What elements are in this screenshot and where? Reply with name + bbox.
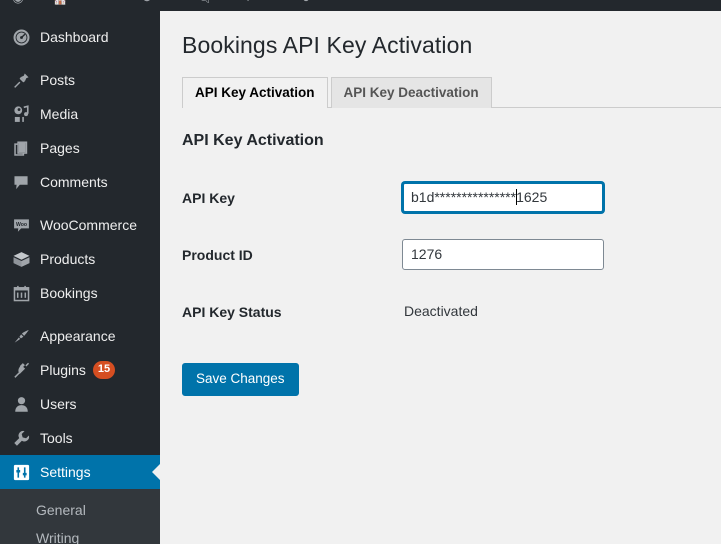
sidebar-item-label: Dashboard	[40, 29, 109, 45]
admin-bar: ◉ ⛪ ⟳ 🗨 + ●	[0, 0, 721, 11]
plugin-plug-icon	[11, 360, 31, 380]
api-key-status-label: API Key Status	[182, 304, 282, 320]
user-icon[interactable]: ●	[298, 0, 314, 6]
submit-row: Save Changes	[160, 341, 721, 396]
product-id-label: Product ID	[182, 247, 253, 263]
sidebar-item-plugins[interactable]: Plugins 15	[0, 353, 160, 387]
sidebar-item-label: Appearance	[40, 328, 116, 344]
form-row-api-key: API Key b1d***************1625	[182, 170, 604, 227]
submenu-item-general[interactable]: General	[0, 496, 160, 524]
svg-text:Woo: Woo	[15, 221, 26, 227]
comment-icon	[11, 172, 31, 192]
api-key-label: API Key	[182, 190, 235, 206]
calendar-icon	[11, 283, 31, 303]
tab-bar: API Key Activation API Key Deactivation	[182, 77, 721, 109]
sidebar-item-label: Bookings	[40, 285, 98, 301]
sidebar-separator	[0, 310, 160, 319]
tools-wrench-icon	[11, 428, 31, 448]
api-key-value-prefix: b1d***************	[411, 189, 517, 205]
pushpin-icon	[11, 70, 31, 90]
wordpress-logo-icon[interactable]: ◉	[10, 0, 26, 6]
sidebar-item-comments[interactable]: Comments	[0, 165, 160, 199]
paintbrush-icon	[11, 326, 31, 346]
sidebar-item-posts[interactable]: Posts	[0, 63, 160, 97]
tab-api-key-deactivation[interactable]: API Key Deactivation	[330, 77, 492, 108]
sidebar-item-users[interactable]: Users	[0, 387, 160, 421]
sidebar-item-media[interactable]: Media	[0, 97, 160, 131]
sidebar-item-label: Comments	[40, 174, 108, 190]
api-key-input[interactable]: b1d***************1625	[402, 182, 604, 213]
plugins-update-badge: 15	[92, 361, 116, 379]
sidebar-item-products[interactable]: Products	[0, 242, 160, 276]
sidebar-item-tools[interactable]: Tools	[0, 421, 160, 455]
section-heading: API Key Activation	[182, 132, 324, 149]
plus-icon[interactable]: +	[240, 0, 256, 6]
sidebar-item-label: Users	[40, 396, 77, 412]
form-row-product-id: Product ID 1276	[182, 227, 604, 284]
sidebar-item-label: Posts	[40, 72, 76, 88]
api-key-status-value: Deactivated	[404, 303, 478, 319]
sidebar-separator	[0, 54, 160, 63]
main-content: Bookings API Key Activation API Key Acti…	[160, 11, 721, 544]
sidebar-item-dashboard[interactable]: Dashboard	[0, 20, 160, 54]
sidebar-separator	[0, 199, 160, 208]
tab-api-key-activation[interactable]: API Key Activation	[182, 77, 328, 109]
sidebar-item-label: WooCommerce	[40, 217, 137, 233]
admin-sidebar: Dashboard Posts Media Pages Comments Woo	[0, 0, 160, 544]
form-row-api-key-status: API Key Status Deactivated	[182, 284, 604, 341]
sidebar-item-label: Settings	[40, 464, 91, 480]
sidebar-item-label: Plugins	[40, 362, 86, 378]
sidebar-item-woocommerce[interactable]: Woo WooCommerce	[0, 208, 160, 242]
settings-submenu: General Writing	[0, 489, 160, 544]
pages-icon	[11, 138, 31, 158]
sidebar-item-label: Tools	[40, 430, 73, 446]
media-icon	[11, 104, 31, 124]
product-id-input[interactable]: 1276	[402, 239, 604, 270]
submenu-item-writing[interactable]: Writing	[0, 524, 160, 544]
products-box-icon	[11, 249, 31, 269]
woocommerce-icon: Woo	[11, 215, 31, 235]
comment-icon[interactable]: 🗨	[197, 0, 214, 6]
dashboard-icon	[11, 27, 31, 47]
sidebar-item-bookings[interactable]: Bookings	[0, 276, 160, 310]
sidebar-item-label: Pages	[40, 140, 80, 156]
save-changes-button[interactable]: Save Changes	[182, 363, 299, 396]
update-icon[interactable]: ⟳	[140, 0, 156, 6]
sidebar-item-label: Media	[40, 106, 79, 122]
page-title: Bookings API Key Activation	[182, 32, 473, 58]
sidebar-item-label: Products	[40, 251, 96, 267]
settings-form-table: API Key b1d***************1625 Product I…	[182, 170, 604, 341]
home-icon[interactable]: ⛪	[52, 0, 68, 6]
api-key-value-suffix: 1625	[516, 189, 548, 205]
sidebar-item-settings[interactable]: Settings	[0, 455, 160, 489]
users-icon	[11, 394, 31, 414]
sidebar-item-appearance[interactable]: Appearance	[0, 319, 160, 353]
settings-sliders-icon	[11, 462, 31, 482]
sidebar-item-pages[interactable]: Pages	[0, 131, 160, 165]
